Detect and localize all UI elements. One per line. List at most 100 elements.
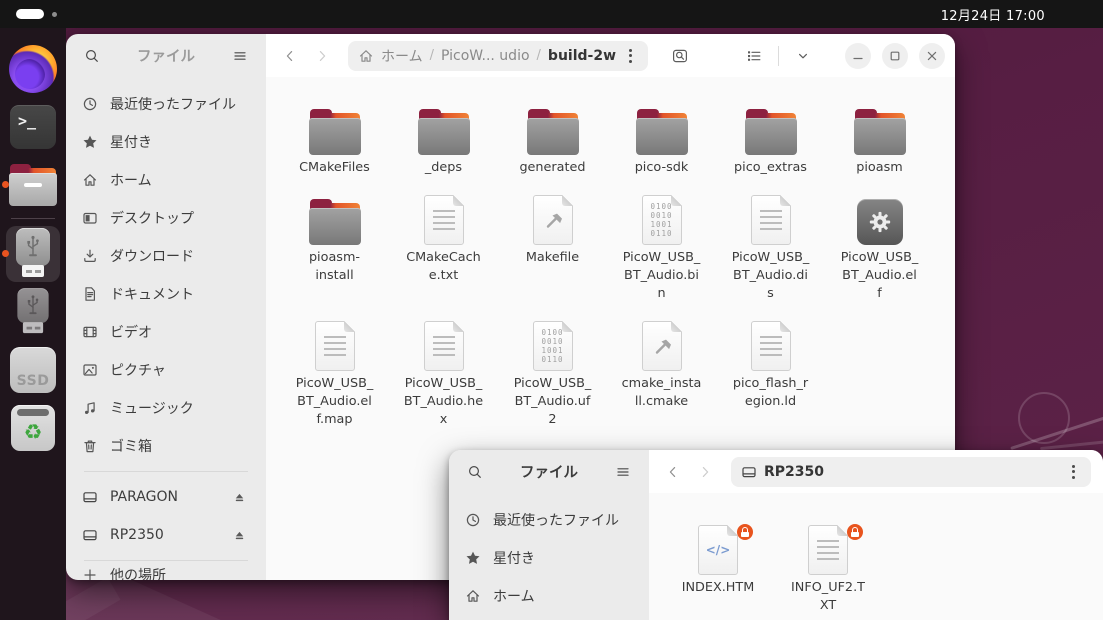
file-CMakeCache.txt[interactable]: CMakeCache.txt [389, 191, 498, 303]
dock-item-ssd-drive[interactable]: SSD [0, 341, 66, 399]
breadcrumb-parent[interactable]: PicoW... udio [441, 48, 530, 64]
sidebar-item-label: ホーム [493, 586, 633, 606]
trash-icon [82, 438, 98, 454]
sidebar-item[interactable]: ホーム [72, 161, 260, 199]
dock-item-files[interactable] [0, 156, 66, 214]
sidebar-item[interactable]: ビデオ [72, 313, 260, 351]
file-pico_extras[interactable]: pico_extras [716, 101, 825, 177]
workspace-indicator[interactable] [16, 0, 57, 28]
download-icon [82, 248, 98, 264]
sidebar-drive-paragon[interactable]: PARAGON [72, 478, 260, 516]
sidebar-item[interactable]: ダウンロード [72, 237, 260, 275]
html-file-icon: </> [698, 525, 738, 575]
sidebar-drive-rp2350[interactable]: RP2350 [72, 516, 260, 554]
file-PicoW_USB_BT_Audio.uf2[interactable]: 0100001010010110PicoW_USB_BT_Audio.uf2 [498, 317, 607, 429]
sidebar-item-label: ビデオ [110, 322, 250, 342]
hamburger-menu-icon[interactable] [609, 458, 637, 486]
file-icon-text [424, 191, 464, 249]
eject-icon[interactable] [228, 524, 250, 546]
breadcrumb-home[interactable]: ホーム [381, 46, 423, 66]
folder-icon [854, 109, 906, 155]
forward-icon[interactable] [691, 458, 719, 486]
sidebar-item[interactable]: 最近使ったファイル [72, 85, 260, 123]
file-INDEX.HTM[interactable]: </>INDEX.HTM [663, 521, 773, 615]
search-folder-icon[interactable] [666, 42, 694, 70]
path-menu-icon[interactable] [1066, 461, 1081, 483]
clock[interactable]: 12月24日 17:00 [941, 0, 1045, 28]
minimize-button[interactable] [845, 43, 871, 69]
file-Makefile[interactable]: Makefile [498, 191, 607, 303]
file-INFO_UF2.TXT[interactable]: INFO_UF2.TXT [773, 521, 883, 615]
hamburger-menu-icon[interactable] [226, 42, 254, 70]
file-PicoW_USB_BT_Audio.elf[interactable]: PicoW_USB_BT_Audio.elf [825, 191, 934, 303]
file-pioasm[interactable]: pioasm [825, 101, 934, 177]
sidebar-divider [84, 471, 248, 472]
file-PicoW_USB_BT_Audio.hex[interactable]: PicoW_USB_BT_Audio.hex [389, 317, 498, 429]
forward-icon[interactable] [308, 42, 336, 70]
sidebar-item-other-locations[interactable]: 他の場所 [72, 556, 260, 580]
sidebar-item[interactable]: 星付き [455, 539, 643, 577]
sidebar-item[interactable]: ゴミ箱 [72, 427, 260, 465]
path-menu-icon[interactable] [623, 45, 638, 67]
running-indicator-dot [2, 250, 9, 257]
view-options-chevron-icon[interactable] [789, 42, 817, 70]
sidebar-item[interactable]: 星付き [72, 123, 260, 161]
files-window-rp2350: ファイル 最近使ったファイル星付きホーム RP2350 </>INDEX.HTM… [449, 450, 1103, 620]
list-view-icon[interactable] [740, 42, 768, 70]
dock-item-usb-drive[interactable] [0, 225, 66, 283]
drive-icon [82, 489, 98, 505]
file-cmake_install.cmake[interactable]: cmake_install.cmake [607, 317, 716, 429]
dock: >_ SSD♻ [0, 28, 66, 620]
file-name: INFO_UF2.TXT [775, 579, 881, 615]
file-name: CMakeCache.txt [391, 249, 497, 285]
dock-item-usb-drive-2[interactable] [0, 283, 66, 341]
dock-item-trash[interactable]: ♻ [0, 399, 66, 457]
sidebar-item[interactable]: ミュージック [72, 389, 260, 427]
file-icon-folder [636, 101, 688, 159]
file-name: PicoW_USB_BT_Audio.dis [718, 249, 824, 303]
main-headerbar: ホーム / PicoW... udio / build-2w [266, 34, 955, 77]
eject-icon[interactable] [228, 486, 250, 508]
usb-drive-icon [16, 288, 49, 336]
sidebar-item[interactable]: ピクチャ [72, 351, 260, 389]
sidebar-item[interactable]: デスクトップ [72, 199, 260, 237]
search-icon[interactable] [78, 42, 106, 70]
sidebar-item-label: ゴミ箱 [110, 436, 250, 456]
home-icon [358, 48, 374, 64]
file-icon-folder [745, 101, 797, 159]
file-pioasm-install[interactable]: pioasm-install [280, 191, 389, 303]
file-CMakeFiles[interactable]: CMakeFiles [280, 101, 389, 177]
file-generated[interactable]: generated [498, 101, 607, 177]
file-PicoW_USB_BT_Audio.bin[interactable]: 0100001010010110PicoW_USB_BT_Audio.bin [607, 191, 716, 303]
file-_deps[interactable]: _deps [389, 101, 498, 177]
dock-item-terminal[interactable]: >_ [0, 98, 66, 156]
breadcrumb-separator: / [537, 48, 541, 63]
sidebar-item[interactable]: ドキュメント [72, 275, 260, 313]
close-button[interactable] [919, 43, 945, 69]
breadcrumb[interactable]: ホーム / PicoW... udio / build-2w [348, 41, 648, 71]
breadcrumb[interactable]: RP2350 [731, 457, 1091, 487]
file-PicoW_USB_BT_Audio.dis[interactable]: PicoW_USB_BT_Audio.dis [716, 191, 825, 303]
drive-icon [82, 527, 98, 543]
file-icon-makefile [533, 191, 573, 249]
active-workspace-pill [16, 9, 44, 19]
picture-icon [82, 362, 98, 378]
back-icon[interactable] [659, 458, 687, 486]
running-indicator-dot [2, 181, 9, 188]
sidebar-item[interactable]: ホーム [455, 577, 643, 615]
file-PicoW_USB_BT_Audio.elf.map[interactable]: PicoW_USB_BT_Audio.elf.map [280, 317, 389, 429]
file-name: PicoW_USB_BT_Audio.uf2 [500, 375, 606, 429]
back-icon[interactable] [276, 42, 304, 70]
dock-item-firefox[interactable] [0, 40, 66, 98]
maximize-button[interactable] [882, 43, 908, 69]
folder-icon [309, 109, 361, 155]
text-file-icon [424, 195, 464, 245]
desktop-icon [82, 210, 98, 226]
drive-icon [741, 464, 757, 480]
file-icon-folder [309, 101, 361, 159]
file-icon-makefile [642, 317, 682, 375]
sidebar-item[interactable]: 最近使ったファイル [455, 501, 643, 539]
file-pico-sdk[interactable]: pico-sdk [607, 101, 716, 177]
search-icon[interactable] [461, 458, 489, 486]
file-pico_flash_region.ld[interactable]: pico_flash_region.ld [716, 317, 825, 429]
